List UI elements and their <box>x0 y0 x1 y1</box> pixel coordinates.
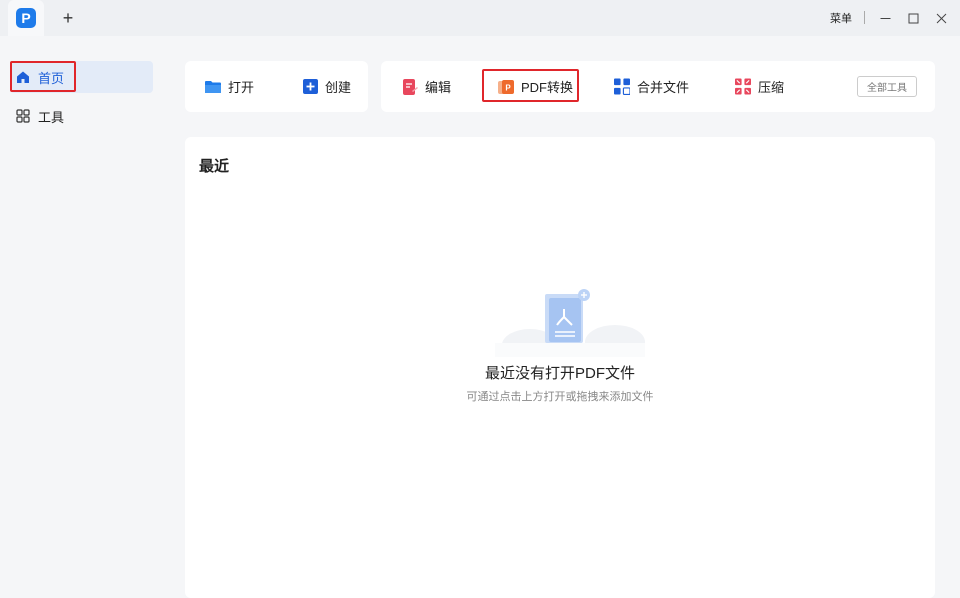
maximize-icon <box>908 13 918 23</box>
main-area: 打开 创建 编辑 P PDF转换 合并文件 压缩 全部工具 最近 最近没有打开P… <box>160 36 960 598</box>
edit-label: 编辑 <box>425 80 452 95</box>
merge-files-label: 合并文件 <box>637 80 690 95</box>
maximize-button[interactable] <box>903 8 923 28</box>
merge-icon <box>614 78 630 95</box>
title-bar: P + 菜单 <box>0 0 960 36</box>
folder-icon <box>205 79 221 95</box>
edit-button[interactable]: 编辑 <box>402 61 451 112</box>
new-tab-button[interactable]: + <box>58 8 78 28</box>
svg-text:P: P <box>505 83 511 92</box>
plus-square-icon <box>302 79 318 95</box>
quick-actions-card: 打开 创建 <box>185 61 368 112</box>
sidebar-item-home[interactable]: 首页 <box>10 61 153 93</box>
empty-state-title: 最近没有打开PDF文件 <box>484 365 635 382</box>
open-button[interactable]: 打开 <box>205 61 254 112</box>
create-button[interactable]: 创建 <box>302 61 351 112</box>
close-button[interactable] <box>931 8 951 28</box>
sidebar-item-label: 首页 <box>38 70 65 86</box>
pdf-convert-button[interactable]: P PDF转换 <box>498 61 573 112</box>
sidebar-item-label: 工具 <box>38 109 65 125</box>
create-label: 创建 <box>325 80 352 95</box>
grid-icon <box>16 109 30 123</box>
merge-files-button[interactable]: 合并文件 <box>614 61 689 112</box>
app-tab[interactable]: P <box>8 0 44 36</box>
recent-panel: 最近 最近没有打开PDF文件 可通过点击上方打开或拖拽来添加文件 <box>185 137 935 598</box>
titlebar-separator <box>864 11 865 24</box>
empty-state-hint: 可通过点击上方打开或拖拽来添加文件 <box>466 391 654 403</box>
tools-card: 编辑 P PDF转换 合并文件 压缩 全部工具 <box>381 61 935 112</box>
compress-button[interactable]: 压缩 <box>735 61 784 112</box>
recent-title: 最近 <box>199 158 230 175</box>
open-label: 打开 <box>228 80 255 95</box>
app-logo-letter: P <box>21 10 31 26</box>
pdf-convert-icon: P <box>498 79 514 95</box>
sidebar-item-tools[interactable]: 工具 <box>10 100 153 132</box>
all-tools-button[interactable]: 全部工具 <box>857 76 917 97</box>
compress-icon <box>735 78 751 95</box>
edit-icon <box>402 78 418 95</box>
compress-label: 压缩 <box>758 80 785 95</box>
minimize-button[interactable] <box>875 8 895 28</box>
sidebar: 首页 工具 <box>0 36 160 598</box>
empty-document-illustration <box>495 289 645 357</box>
menu-button[interactable]: 菜单 <box>830 10 852 26</box>
home-icon <box>16 70 30 84</box>
minimize-icon <box>880 17 890 19</box>
pdf-convert-label: PDF转换 <box>521 80 574 95</box>
close-icon <box>936 13 946 23</box>
app-logo-icon: P <box>16 8 36 28</box>
